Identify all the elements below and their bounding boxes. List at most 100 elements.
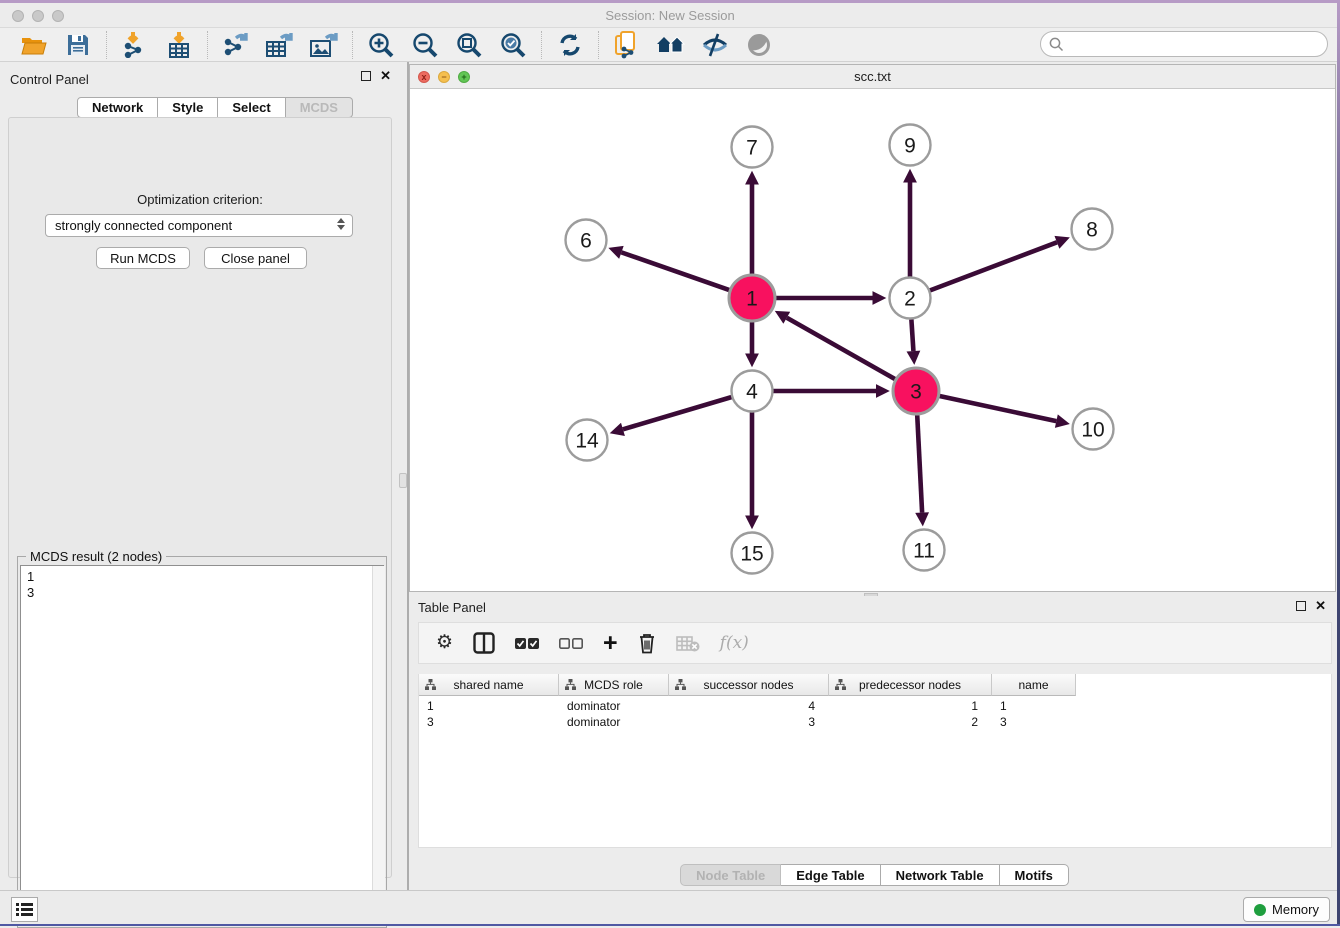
svg-text:7: 7	[746, 137, 758, 160]
control-panel-tabs: NetworkStyleSelectMCDS	[77, 97, 353, 118]
eye-slash-icon[interactable]	[700, 31, 730, 59]
run-mcds-button[interactable]: Run MCDS	[96, 247, 190, 269]
cell[interactable]: 3	[992, 714, 1076, 730]
close-panel-button[interactable]: Close panel	[204, 247, 307, 269]
table-row[interactable]: 1dominator411	[419, 698, 1331, 714]
tab-style[interactable]: Style	[158, 97, 218, 118]
svg-text:14: 14	[575, 430, 599, 453]
column-header-name[interactable]: name	[992, 674, 1076, 696]
tab-network[interactable]: Network	[77, 97, 158, 118]
control-panel-title: Control Panel	[10, 72, 89, 87]
zoom-out-icon[interactable]	[410, 31, 440, 59]
close-panel-icon[interactable]: ✕	[380, 71, 391, 81]
tab-select[interactable]: Select	[218, 97, 285, 118]
cell[interactable]: 3	[419, 714, 559, 730]
task-history-button[interactable]	[11, 897, 38, 922]
node-11[interactable]: 11	[904, 530, 945, 571]
criterion-select[interactable]: strongly connected component	[45, 214, 353, 237]
column-header-predecessor-nodes[interactable]: predecessor nodes	[829, 674, 992, 696]
column-header-MCDS-role[interactable]: MCDS role	[559, 674, 669, 696]
node-7[interactable]: 7	[732, 127, 773, 168]
tab-motifs[interactable]: Motifs	[1000, 864, 1069, 886]
mcds-panel: Optimization criterion: strongly connect…	[8, 117, 392, 878]
zoom-in-icon[interactable]	[366, 31, 396, 59]
node-8[interactable]: 8	[1072, 209, 1113, 250]
home-icon[interactable]	[656, 31, 686, 59]
close-panel-icon[interactable]: ✕	[1315, 601, 1326, 611]
column-selector-icon[interactable]	[473, 630, 495, 656]
tab-network-table[interactable]: Network Table	[881, 864, 1000, 886]
function-builder-icon: f(x)	[720, 630, 749, 656]
cell[interactable]: 1	[829, 698, 992, 714]
window-title: Session: New Session	[0, 8, 1340, 23]
table-row[interactable]: 3dominator323	[419, 714, 1331, 730]
tab-mcds[interactable]: MCDS	[286, 97, 353, 118]
svg-text:8: 8	[1086, 219, 1098, 242]
import-network-icon[interactable]	[120, 31, 150, 59]
delete-table-icon	[676, 630, 700, 656]
svg-text:9: 9	[904, 135, 916, 158]
network-window-titlebar: x − + scc.txt	[410, 65, 1335, 89]
memory-button[interactable]: Memory	[1243, 897, 1330, 922]
desktop-edge	[0, 0, 1340, 3]
column-header-successor-nodes[interactable]: successor nodes	[669, 674, 829, 696]
cell[interactable]: 1	[992, 698, 1076, 714]
cell[interactable]: dominator	[559, 698, 669, 714]
table-panel: Table Panel ✕ ⚙ + f(x) shared nameMCDS r…	[409, 596, 1340, 890]
node-3[interactable]: 3	[893, 368, 939, 414]
edge-3-1[interactable]	[787, 318, 895, 379]
edge-3-11[interactable]	[917, 415, 922, 513]
node-10[interactable]: 10	[1073, 409, 1114, 450]
deselect-all-icon[interactable]	[559, 630, 583, 656]
node-2[interactable]: 2	[890, 278, 931, 319]
refresh-icon[interactable]	[555, 31, 585, 59]
main-toolbar	[0, 28, 1340, 62]
node-1[interactable]: 1	[729, 275, 775, 321]
svg-text:10: 10	[1081, 419, 1104, 442]
node-15[interactable]: 15	[732, 533, 773, 574]
column-header-shared-name[interactable]: shared name	[419, 674, 559, 696]
result-scrollbar[interactable]	[372, 566, 385, 924]
save-session-icon[interactable]	[63, 31, 93, 59]
node-9[interactable]: 9	[890, 125, 931, 166]
gear-icon[interactable]: ⚙	[436, 630, 453, 656]
select-all-icon[interactable]	[515, 630, 539, 656]
svg-text:6: 6	[580, 230, 592, 253]
cell[interactable]: 2	[829, 714, 992, 730]
export-network-icon[interactable]	[221, 31, 251, 59]
zoom-selected-icon[interactable]	[498, 31, 528, 59]
export-image-icon[interactable]	[309, 31, 339, 59]
edge-1-6[interactable]	[621, 252, 729, 290]
mcds-result-text[interactable]: 1 3	[20, 565, 384, 925]
cell[interactable]: 3	[669, 714, 829, 730]
float-panel-icon[interactable]	[1296, 601, 1306, 611]
export-table-icon[interactable]	[265, 31, 295, 59]
svg-text:15: 15	[740, 543, 763, 566]
cell[interactable]: dominator	[559, 714, 669, 730]
float-panel-icon[interactable]	[361, 71, 371, 81]
tab-edge-table[interactable]: Edge Table	[781, 864, 880, 886]
cell[interactable]: 4	[669, 698, 829, 714]
splitter-handle[interactable]	[399, 473, 407, 488]
node-14[interactable]: 14	[567, 420, 608, 461]
node-6[interactable]: 6	[566, 220, 607, 261]
delete-icon[interactable]	[638, 630, 656, 656]
edge-4-14[interactable]	[623, 397, 731, 429]
add-icon[interactable]: +	[603, 630, 618, 656]
svg-text:2: 2	[904, 288, 916, 311]
node-4[interactable]: 4	[732, 371, 773, 412]
network-canvas[interactable]: 7 9 6 8 1 2 4 3 14 10 15 11	[410, 89, 1335, 591]
node-table: shared nameMCDS rolesuccessor nodesprede…	[418, 674, 1332, 848]
clone-network-icon[interactable]	[612, 31, 642, 59]
open-session-icon[interactable]	[19, 31, 49, 59]
edge-2-3[interactable]	[911, 319, 913, 351]
tab-node-table[interactable]: Node Table	[680, 864, 781, 886]
edge-2-8[interactable]	[930, 242, 1057, 290]
edge-3-10[interactable]	[939, 396, 1056, 421]
zoom-fit-icon[interactable]	[454, 31, 484, 59]
search-icon	[1049, 37, 1064, 57]
import-table-icon[interactable]	[164, 31, 194, 59]
eye-icon[interactable]	[744, 31, 774, 59]
cell[interactable]: 1	[419, 698, 559, 714]
search-input[interactable]	[1040, 31, 1328, 57]
